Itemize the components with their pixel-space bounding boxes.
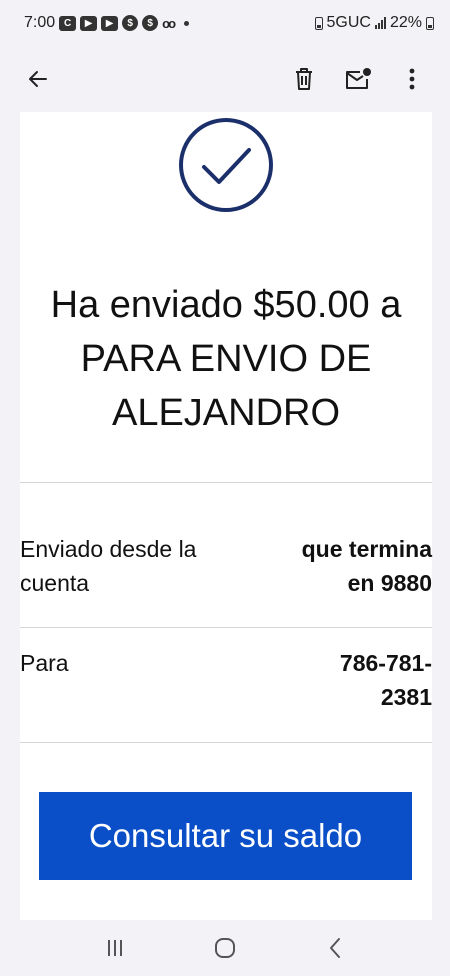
youtube-icon-2: ▶: [101, 15, 119, 31]
divider: [20, 627, 432, 628]
app-bar: [0, 46, 450, 112]
recipient-label: Para: [20, 650, 69, 676]
mark-unread-button[interactable]: [338, 59, 378, 99]
status-right: 5GUC 22%: [314, 14, 434, 32]
battery-saver-icon: [314, 16, 323, 30]
voicemail-icon: oo: [162, 15, 176, 31]
home-icon: [215, 938, 235, 958]
home-button[interactable]: [195, 928, 255, 968]
confirmation-headline: Ha enviado $50.00 a PARA ENVIO DE ALEJAN…: [50, 284, 402, 434]
back-button[interactable]: [18, 59, 58, 99]
more-vertical-icon: [409, 68, 415, 90]
nav-back-icon: [330, 938, 340, 958]
sent-from-label: Enviado desde la cuenta: [20, 536, 197, 596]
delete-button[interactable]: [284, 59, 324, 99]
recents-icon: [108, 940, 122, 956]
more-options-button[interactable]: [392, 59, 432, 99]
battery-icon: [426, 16, 434, 30]
trash-icon: [296, 68, 312, 90]
cash-app-icon-2: $: [142, 15, 159, 31]
battery-percent: 22%: [389, 14, 422, 31]
status-bar: 7:00 C ▶ ▶ $ $ oo 5GUC 22%: [0, 0, 450, 46]
youtube-icon: ▶: [80, 15, 98, 31]
more-notifications-dot-icon: [184, 20, 190, 26]
recipient-value: 786-781-2381: [339, 650, 432, 710]
status-time: 7:00: [24, 14, 56, 31]
system-nav-bar: [0, 920, 450, 976]
system-back-button[interactable]: [305, 928, 365, 968]
sent-from-value: que termina en 9880: [301, 536, 432, 596]
status-left: 7:00 C ▶ ▶ $ $ oo: [24, 14, 190, 32]
signal-icon: [374, 17, 386, 29]
recipient-row: Para 786-781-2381: [20, 646, 432, 714]
network-type: 5GUC: [326, 14, 371, 31]
divider: [20, 482, 432, 483]
cash-app-icon: $: [122, 15, 139, 31]
arrow-left-icon: [29, 71, 47, 87]
check-balance-button[interactable]: Consultar su saldo: [39, 792, 412, 880]
recents-button[interactable]: [85, 928, 145, 968]
mail-unread-icon: [346, 68, 371, 89]
divider: [20, 742, 432, 743]
sent-from-row: Enviado desde la cuenta que termina en 9…: [20, 532, 432, 600]
checkmark-circle-icon: [179, 118, 273, 212]
notification-c-icon: C: [59, 15, 77, 31]
email-body: Ha enviado $50.00 a PARA ENVIO DE ALEJAN…: [20, 112, 432, 920]
